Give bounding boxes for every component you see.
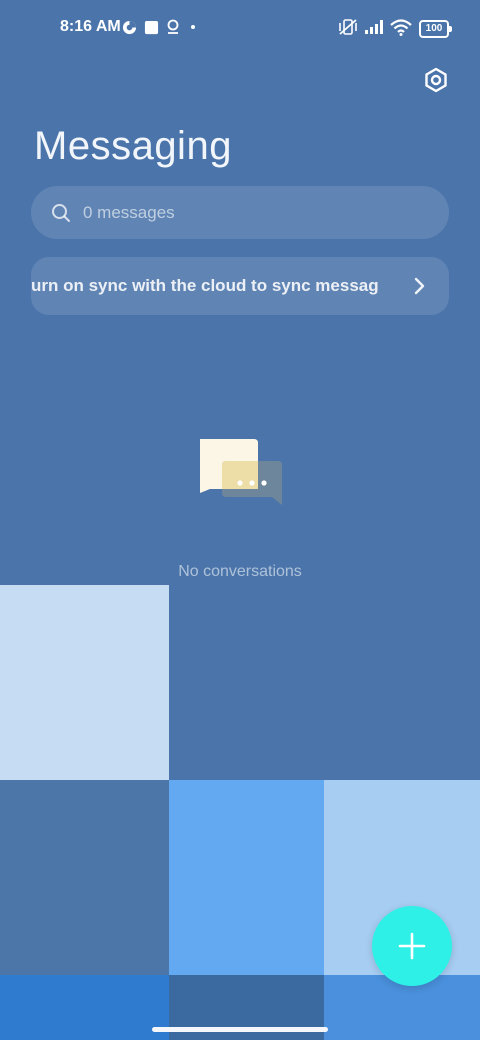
signal-icon [364,18,386,36]
new-message-button[interactable] [372,906,452,986]
status-bar: 8:16 AM 100 [0,0,480,56]
status-time: 8:16 AM [60,18,121,35]
location-pin-icon [165,18,181,36]
sync-banner[interactable]: urn on sync with the cloud to sync messa… [31,257,449,315]
wallpaper-tile [0,585,169,780]
wifi-icon [390,18,412,36]
wallpaper-tile [0,975,169,1040]
chat-bubbles-icon [196,437,286,515]
data-saver-icon [121,18,137,36]
settings-button[interactable] [420,64,452,96]
sync-banner-text: urn on sync with the cloud to sync messa… [31,276,379,295]
wallpaper-tile [169,780,324,975]
vibrate-off-icon [338,18,358,36]
search-icon [52,203,70,222]
sync-banner-text-wrap: urn on sync with the cloud to sync messa… [31,276,393,296]
dot-icon [189,18,197,36]
empty-state-text: No conversations [178,563,302,580]
battery-icon: 100 [419,20,452,38]
settings-icon [425,67,447,93]
square-notification-icon [143,18,159,36]
wallpaper-tile [0,780,169,975]
plus-icon [398,932,426,960]
search-placeholder: 0 messages [83,202,175,222]
search-input[interactable]: 0 messages [31,186,449,239]
page-title: Messaging [34,124,232,168]
home-indicator[interactable] [152,1027,328,1032]
chevron-right-icon [414,277,425,295]
